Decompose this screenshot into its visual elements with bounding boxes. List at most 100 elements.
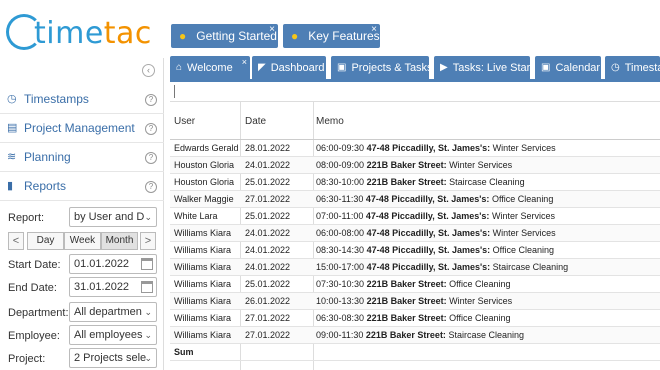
memo-service: Staircase Cleaning [448, 330, 524, 340]
table-row[interactable]: White Lara 25.01.2022 07:00-11:00 47-48 Pi… [170, 208, 660, 225]
sidebar-item-planning[interactable]: ≋ Planning ? [0, 143, 164, 172]
cell-user: Williams Kiara [174, 228, 232, 238]
end-date-input[interactable]: 31.01.2022 [69, 277, 157, 297]
chevron-right-icon[interactable]: > [140, 232, 156, 250]
table-row[interactable]: Edwards Gerald 28.01.2022 06:00-09:30 47-4… [170, 140, 660, 157]
report-select[interactable]: by User and D ⌄ [69, 207, 157, 227]
sidebar-item-label: Project Management [24, 121, 135, 135]
memo-service: Winter Services [449, 296, 513, 306]
memo-service: Winter Services [491, 211, 555, 221]
cell-user: Williams Kiara [174, 262, 232, 272]
cell-date: 27.01.2022 [245, 194, 291, 204]
table-row[interactable]: Williams Kiara 26.01.2022 10:00-13:30 221B… [170, 293, 660, 310]
key-features-button[interactable]: ● Key Features × [283, 24, 380, 48]
chevron-down-icon: ⌄ [144, 330, 152, 340]
close-icon[interactable]: × [371, 25, 377, 35]
cell-user: Williams Kiara [174, 279, 232, 289]
memo-address: 221B Baker Street: [366, 313, 447, 323]
memo-service: Staircase Cleaning [449, 177, 525, 187]
close-icon[interactable]: × [242, 57, 247, 67]
table-header: User Date Memo [170, 102, 660, 140]
tab-dashboard[interactable]: ◤ Dashboard [252, 56, 326, 79]
cell-user: Houston Gloria [174, 177, 235, 187]
start-date-input[interactable]: 01.01.2022 [69, 254, 157, 274]
sidebar-item-project-management[interactable]: ▤ Project Management ? [0, 114, 164, 143]
chevron-down-icon: ⌄ [144, 307, 152, 317]
top-bar: timetac ● Getting Started × ● Key Featur… [0, 0, 660, 56]
cell-memo: 06:00-08:00 47-48 Piccadilly, St. James'… [316, 225, 556, 241]
period-day-button[interactable]: Day [27, 232, 64, 250]
memo-address: 221B Baker Street: [366, 160, 447, 170]
report-label: Report: [8, 212, 45, 224]
memo-address: 47-48 Piccadilly, St. James's: [366, 262, 491, 272]
sidebar: ‹ ◷ Timestamps ? ▤ Project Management ? … [0, 58, 164, 370]
table-row[interactable]: Williams Kiara 24.01.2022 15:00-17:00 47-4… [170, 259, 660, 276]
calendar-icon[interactable] [141, 258, 153, 270]
tab-label: Calendar [555, 61, 601, 74]
cell-user: Williams Kiara [174, 330, 232, 340]
period-week-button[interactable]: Week [64, 232, 101, 250]
help-icon[interactable]: ? [145, 123, 157, 135]
help-icon[interactable]: ? [145, 152, 157, 164]
memo-service: Office Cleaning [449, 279, 511, 289]
period-selector: < Day Week Month > [8, 232, 156, 250]
table-row[interactable]: Houston Gloria 25.01.2022 08:30-10:00 221B… [170, 174, 660, 191]
table-row[interactable]: Williams Kiara 24.01.2022 06:00-08:00 47-4… [170, 225, 660, 242]
memo-time: 08:30-14:30 [316, 245, 365, 255]
help-icon[interactable]: ? [145, 181, 157, 193]
tab-label: Projects & Tasks [351, 61, 429, 74]
tab-calendar[interactable]: ▣ Calendar [535, 56, 601, 79]
sidebar-item-reports[interactable]: ▮ Reports ? [0, 172, 164, 201]
chart-line-icon: ≋ [7, 150, 17, 163]
memo-service: Staircase Cleaning [492, 262, 569, 272]
calendar-icon: ▣ [337, 62, 347, 73]
memo-address: 221B Baker Street: [365, 330, 446, 340]
project-label: Project: [8, 353, 46, 365]
column-header-date[interactable]: Date [245, 116, 266, 127]
memo-address: 47-48 Piccadilly, St. James's: [366, 143, 491, 153]
memo-address: 221B Baker Street: [366, 296, 447, 306]
memo-address: 47-48 Piccadilly, St. James's: [366, 228, 491, 238]
tab-tasks-live-start[interactable]: ▶ Tasks: Live Start [434, 56, 530, 79]
sidebar-item-timestamps[interactable]: ◷ Timestamps ? [0, 85, 164, 114]
close-icon[interactable]: × [269, 25, 275, 35]
project-select[interactable]: 2 Projects sele ⌄ [69, 348, 157, 368]
memo-address: 47-48 Piccadilly, St. James's: [365, 194, 490, 204]
table-row[interactable]: Williams Kiara 24.01.2022 08:30-14:30 47-4… [170, 242, 660, 259]
table-row[interactable]: Williams Kiara 27.01.2022 06:30-08:30 221B… [170, 310, 660, 327]
column-header-memo[interactable]: Memo [316, 116, 344, 127]
chevron-left-icon[interactable]: ‹ [142, 64, 155, 77]
getting-started-button[interactable]: ● Getting Started × [171, 24, 278, 48]
cell-date: 24.01.2022 [245, 228, 291, 238]
timetac-logo[interactable]: timetac [6, 8, 156, 52]
clock-icon: ◷ [611, 62, 620, 73]
memo-time: 08:00-09:00 [316, 160, 365, 170]
cell-date: 27.01.2022 [245, 313, 291, 323]
chevron-left-icon[interactable]: < [8, 232, 24, 250]
cell-date: 24.01.2022 [245, 160, 291, 170]
help-icon[interactable]: ? [145, 94, 157, 106]
calendar-icon[interactable] [141, 281, 153, 293]
project-row: Project: 2 Projects sele ⌄ [0, 348, 164, 370]
column-header-user[interactable]: User [174, 116, 195, 127]
tab-welcome[interactable]: ⌂ Welcome × [170, 56, 250, 79]
table-row[interactable]: Williams Kiara 27.01.2022 09:00-11:30 221B… [170, 327, 660, 344]
sidebar-item-label: Timestamps [24, 92, 89, 106]
tab-timestamps[interactable]: ◷ Timesta [605, 56, 660, 79]
tab-projects-tasks[interactable]: ▣ Projects & Tasks [331, 56, 429, 79]
employee-select[interactable]: All employees ⌄ [69, 325, 157, 345]
department-select[interactable]: All departmen ⌄ [69, 302, 157, 322]
cell-date: 27.01.2022 [245, 330, 291, 340]
cell-date: 26.01.2022 [245, 296, 291, 306]
cell-date: 25.01.2022 [245, 177, 291, 187]
table-row[interactable]: Williams Kiara 25.01.2022 07:30-10:30 221B… [170, 276, 660, 293]
table-row[interactable]: Houston Gloria 24.01.2022 08:00-09:00 221B… [170, 157, 660, 174]
cell-user: Walker Maggie [174, 194, 234, 204]
cell-date: 25.01.2022 [245, 211, 291, 221]
table-row[interactable]: Walker Maggie 27.01.2022 06:30-11:30 47-48… [170, 191, 660, 208]
cell-memo: 08:30-14:30 47-48 Piccadilly, St. James'… [316, 242, 554, 258]
period-month-button[interactable]: Month [101, 232, 138, 250]
cell-memo: 08:30-10:00 221B Baker Street: Staircase… [316, 174, 525, 190]
filter-input[interactable] [170, 82, 660, 102]
memo-address: 47-48 Piccadilly, St. James's: [365, 211, 490, 221]
